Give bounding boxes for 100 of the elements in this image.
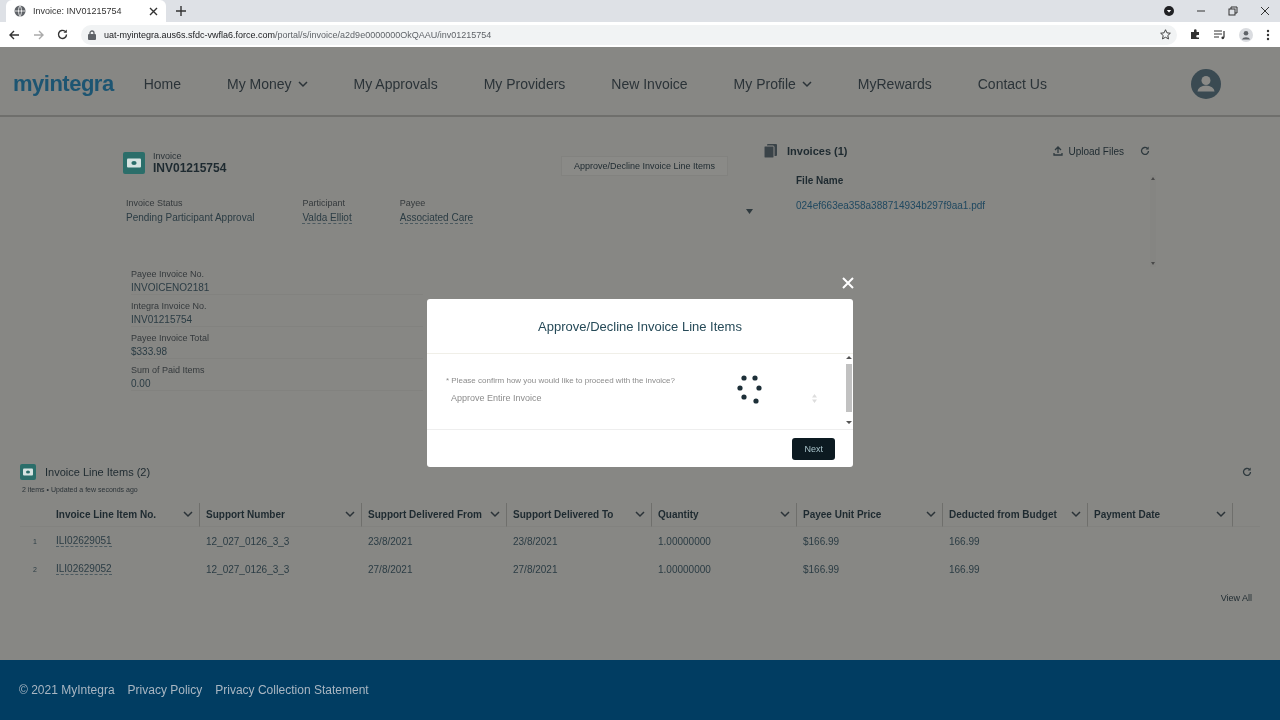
table-cell: 1.00000000 [658, 563, 711, 575]
column-header[interactable]: Invoice Line Item No. [50, 503, 200, 527]
file-link[interactable]: 024ef663ea358a388714934b297f9aa1.pdf [796, 200, 1150, 211]
nav-link[interactable]: My Profile [733, 76, 812, 92]
chevron-down-icon [801, 80, 812, 88]
browser-tab[interactable]: Invoice: INV01215754 [6, 0, 166, 22]
column-header[interactable]: Quantity [652, 503, 797, 527]
nav-link[interactable]: New Invoice [611, 76, 688, 92]
select-field[interactable]: Approve Entire Invoice [446, 393, 845, 403]
chevron-down-icon[interactable] [490, 511, 500, 518]
column-header[interactable]: Support Number [200, 503, 362, 527]
refresh-icon[interactable] [1242, 467, 1252, 477]
lock-icon [88, 29, 96, 40]
column-header: File Name [796, 175, 845, 186]
star-icon[interactable] [1160, 29, 1171, 40]
column-header[interactable]: Support Delivered From [362, 503, 507, 527]
record-link[interactable]: ILI02629052 [56, 563, 112, 575]
field-label: Payee Invoice No. [131, 269, 206, 279]
column-header[interactable]: Support Delivered To [507, 503, 652, 527]
field-label: Invoice Status [126, 198, 184, 208]
plus-icon[interactable] [176, 6, 186, 16]
nav-link[interactable]: Home [143, 76, 181, 92]
close-icon[interactable] [149, 6, 158, 16]
chevron-down-icon[interactable] [345, 511, 355, 518]
footer-link[interactable]: Privacy Collection Statement [215, 683, 369, 697]
table-cell: $166.99 [803, 563, 840, 575]
avatar-icon[interactable] [1191, 69, 1221, 99]
field-label: Payee [399, 198, 427, 208]
table-cell: $166.99 [803, 535, 840, 547]
table-cell: 23/8/2021 [513, 535, 558, 547]
invoice-number: INV01215754 [153, 161, 227, 175]
approve-decline-button[interactable]: Approve/Decline Invoice Line Items [560, 156, 728, 176]
field-value: Pending Participant Approval [126, 212, 255, 223]
dropdown-circle-icon[interactable] [1164, 6, 1174, 16]
restore-icon[interactable] [1228, 6, 1238, 16]
refresh-icon[interactable] [1140, 146, 1150, 156]
table-cell: 27/8/2021 [513, 563, 558, 575]
tab-title: Invoice: INV01215754 [33, 6, 123, 16]
globe-icon [14, 5, 26, 17]
back-arrow-icon[interactable] [9, 29, 20, 40]
nav-link[interactable]: My Money [227, 76, 308, 92]
url-text: uat-myintegra.aus6s.sfdc-vwfla6.force.com/portal/s/invoice/a2d9e0000000OkQAAU/inv01215754 [104, 29, 493, 40]
scrollbar-icon [845, 354, 853, 426]
next-button[interactable]: Next [792, 437, 835, 460]
field-link[interactable]: Valda Elliot [302, 212, 352, 224]
chevron-down-icon[interactable] [635, 511, 645, 518]
chevron-down-icon[interactable] [926, 511, 936, 518]
field-value: INVOICENO2181 [131, 282, 211, 293]
nav-link[interactable]: Contact Us [977, 76, 1047, 92]
card-title: Invoices (1) [787, 145, 848, 157]
field-link[interactable]: Associated Care [399, 212, 474, 224]
card-title: Invoice Line Items (2) [45, 466, 151, 478]
column-header[interactable]: Deducted from Budget [943, 503, 1088, 527]
dialog-title: Approve/Decline Invoice Line Items [427, 299, 853, 354]
close-icon[interactable] [1260, 6, 1270, 16]
files-icon [764, 144, 778, 158]
field-label: Sum of Paid Items [131, 365, 206, 375]
nav-link[interactable]: MyRewards [857, 76, 932, 92]
field-label: Payee Invoice Total [131, 333, 210, 343]
logo[interactable]: myintegra [13, 71, 114, 97]
field-value: $333.98 [131, 346, 169, 357]
media-queue-icon[interactable] [1214, 29, 1226, 40]
record-link[interactable]: ILI02629051 [56, 535, 112, 547]
chevron-down-icon[interactable] [1216, 511, 1226, 518]
chevron-down-icon[interactable] [780, 511, 790, 518]
money-icon [123, 152, 145, 174]
loading-spinner-icon [737, 375, 763, 405]
question-label: * Please confirm how you would like to proceed with the invoice? [446, 376, 676, 385]
nav-link[interactable]: My Providers [483, 76, 566, 92]
view-all-link[interactable]: View All [1220, 593, 1252, 603]
address-field[interactable]: uat-myintegra.aus6s.sfdc-vwfla6.force.com/portal/s/invoice/a2d9e0000000OkQAAU/inv01215754 [81, 24, 1177, 45]
copyright-text: © 2021 MyIntegra [19, 683, 115, 697]
column-header[interactable]: Payee Unit Price [797, 503, 943, 527]
table-cell: 12_027_0126_3_3 [206, 535, 290, 547]
table-cell: 27/8/2021 [368, 563, 413, 575]
forward-arrow-icon[interactable] [33, 29, 44, 40]
field-value: INV01215754 [131, 314, 194, 325]
money-icon [20, 464, 36, 480]
record-type-label: Invoice [153, 151, 183, 161]
caret-down-icon[interactable] [745, 209, 753, 214]
profile-icon[interactable] [1239, 27, 1253, 42]
puzzle-icon[interactable] [1190, 29, 1201, 40]
table-cell: 1.00000000 [658, 535, 711, 547]
table-cell: 23/8/2021 [368, 535, 413, 547]
upload-icon [1053, 146, 1064, 156]
nav-link[interactable]: My Approvals [353, 76, 438, 92]
chevron-down-icon [297, 80, 308, 88]
table-cell: 166.99 [949, 535, 980, 547]
footer-link[interactable]: Privacy Policy [127, 683, 203, 697]
chevron-down-icon[interactable] [1071, 511, 1081, 518]
chevron-down-icon[interactable] [183, 511, 193, 518]
more-vertical-icon[interactable] [1266, 28, 1270, 41]
column-header[interactable]: Payment Date [1088, 503, 1233, 527]
table-cell: 12_027_0126_3_3 [206, 563, 290, 575]
field-label: Participant [302, 198, 346, 208]
sort-arrows-icon [812, 393, 817, 403]
field-value: 0.00 [131, 378, 152, 389]
upload-files-button[interactable]: Upload Files [1053, 145, 1124, 157]
field-label: Integra Invoice No. [131, 301, 208, 311]
reload-icon[interactable] [57, 29, 68, 40]
